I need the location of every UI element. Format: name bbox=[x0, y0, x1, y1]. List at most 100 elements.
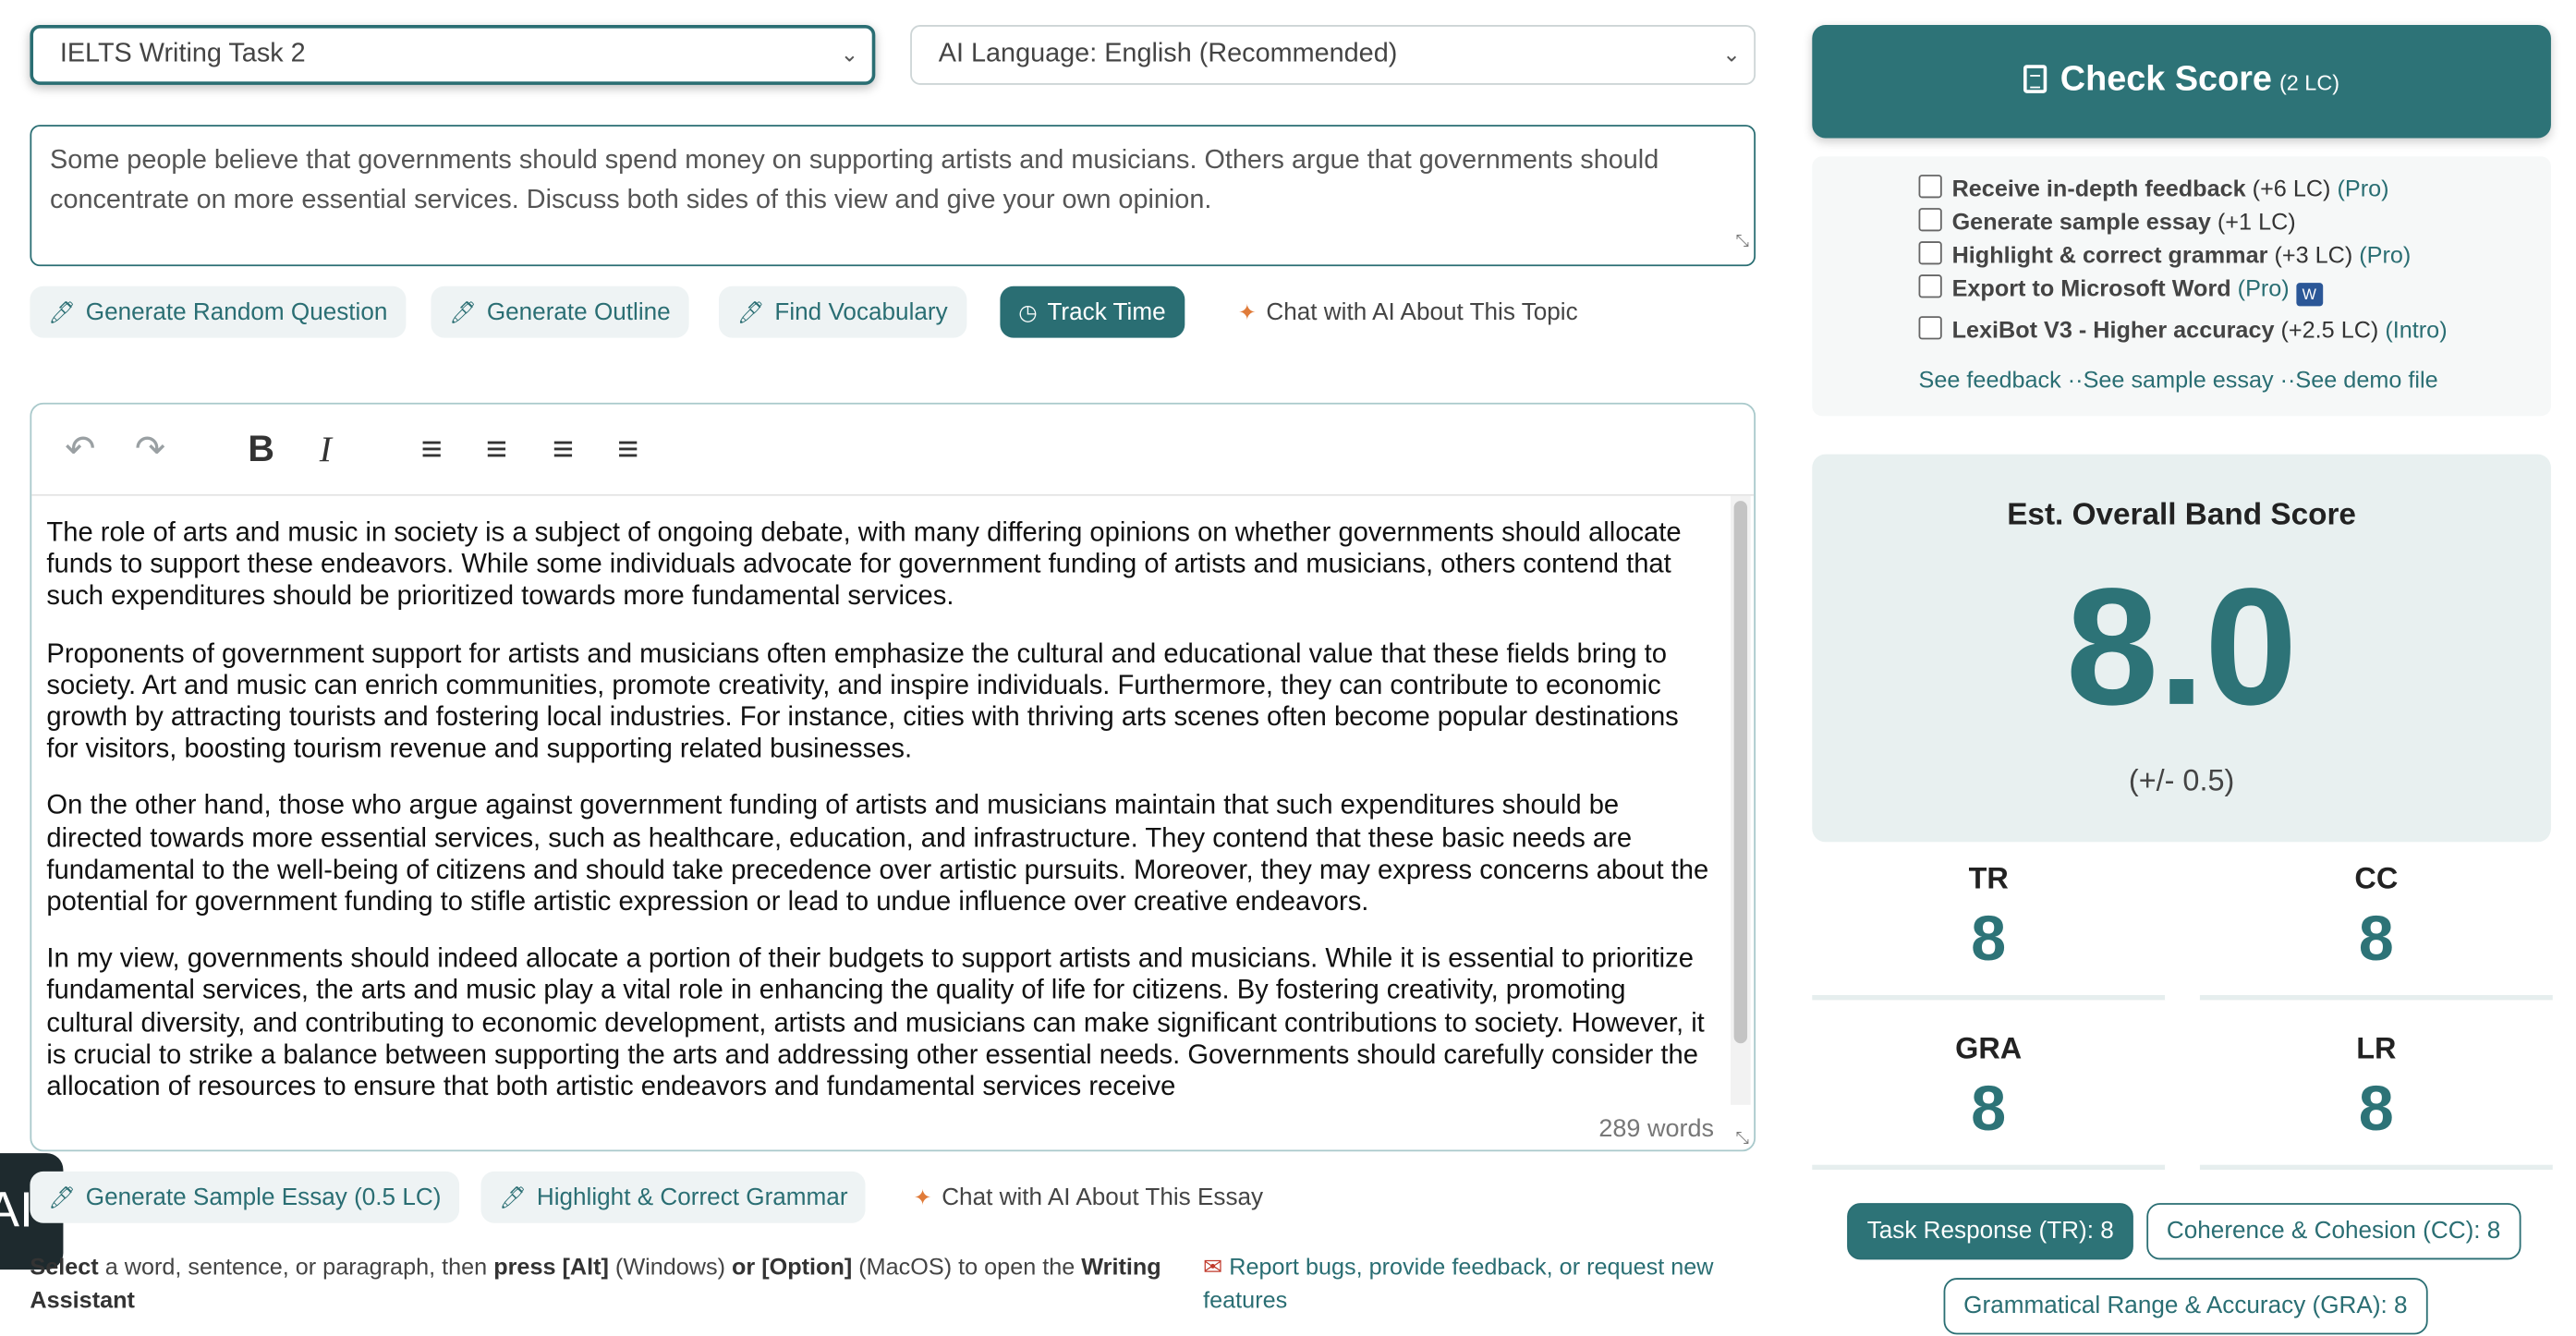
generate-outline-button[interactable]: 🖊 Generate Outline bbox=[431, 285, 689, 338]
checkbox[interactable] bbox=[1918, 274, 1942, 298]
criterion-name: LR bbox=[2356, 1031, 2397, 1065]
ai-language-select[interactable]: AI Language: English (Recommended) ⌄ bbox=[910, 25, 1756, 85]
italic-icon[interactable]: I bbox=[320, 426, 332, 472]
task-type-select[interactable]: IELTS Writing Task 2 ⌄ bbox=[30, 25, 876, 85]
see-demo-file-link[interactable]: See demo file bbox=[2295, 366, 2437, 393]
chevron-down-icon: ⌄ bbox=[1722, 42, 1741, 67]
report-bugs-link[interactable]: ✉ Report bugs, provide feedback, or requ… bbox=[1203, 1250, 1802, 1317]
criterion-cc: CC 8 bbox=[2199, 852, 2553, 1001]
hint-text: (Windows) bbox=[608, 1253, 733, 1280]
option-tag: (Pro) bbox=[2359, 241, 2412, 268]
highlight-grammar-button[interactable]: 🖊 Highlight & Correct Grammar bbox=[480, 1171, 867, 1223]
check-score-label: Check Score bbox=[2060, 59, 2272, 99]
align-center-icon[interactable]: ≡ bbox=[486, 426, 507, 472]
generate-random-question-button[interactable]: 🖊 Generate Random Question bbox=[30, 285, 407, 338]
option-tag: (Intro) bbox=[2385, 316, 2448, 344]
generate-sample-essay-button[interactable]: 🖊 Generate Sample Essay (0.5 LC) bbox=[30, 1171, 460, 1223]
hint-option-key: or [Option] bbox=[732, 1253, 853, 1280]
task-type-value: IELTS Writing Task 2 bbox=[59, 40, 306, 68]
option-tag: (Pro) bbox=[2337, 175, 2389, 201]
criterion-tr: TR 8 bbox=[1812, 852, 2166, 1001]
criterion-score: 8 bbox=[1971, 905, 2007, 976]
editor-scrollbar-thumb[interactable] bbox=[1733, 501, 1748, 1044]
track-time-button[interactable]: ◷ Track Time bbox=[1000, 285, 1185, 338]
report-bugs-label: Report bugs, provide feedback, or reques… bbox=[1203, 1253, 1714, 1313]
chat-essay-label: Chat with AI About This Essay bbox=[942, 1184, 1264, 1212]
generate-outline-label: Generate Outline bbox=[486, 299, 671, 326]
see-sample-essay-link[interactable]: See sample essay bbox=[2084, 366, 2274, 393]
criterion-name: CC bbox=[2354, 861, 2399, 895]
checkbox[interactable] bbox=[1918, 316, 1942, 340]
editor-toolbar: ↶ ↷ B I ≡ ≡ ≡ ≡ bbox=[31, 405, 1755, 496]
criterion-score: 8 bbox=[2358, 1075, 2394, 1146]
option-label: LexiBot V3 - Higher accuracy bbox=[1951, 316, 2275, 344]
justify-icon[interactable]: ≡ bbox=[617, 426, 638, 472]
check-score-button[interactable]: Check Score (2 LC) bbox=[1812, 25, 2551, 139]
option-cost: (+1 LC) bbox=[2210, 208, 2296, 235]
chat-topic-button[interactable]: ✦ Chat with AI About This Topic bbox=[1220, 286, 1596, 338]
ai-language-value: AI Language: English (Recommended) bbox=[938, 40, 1398, 68]
criterion-score: 8 bbox=[1971, 1075, 2007, 1146]
align-right-icon[interactable]: ≡ bbox=[553, 426, 574, 472]
essay-paragraph: The role of arts and music in society is… bbox=[46, 517, 1682, 612]
coherence-cohesion-tab[interactable]: Coherence & Cohesion (CC): 8 bbox=[2146, 1203, 2521, 1260]
chat-essay-button[interactable]: ✦ Chat with AI About This Essay bbox=[895, 1172, 1282, 1223]
find-vocabulary-button[interactable]: 🖊 Find Vocabulary bbox=[719, 285, 966, 338]
checkbox[interactable] bbox=[1918, 241, 1942, 265]
magic-wand-icon: 🖊 bbox=[736, 299, 765, 325]
overall-band-margin: (+/- 0.5) bbox=[2128, 763, 2235, 797]
option-label: Generate sample essay bbox=[1951, 208, 2211, 235]
hint-select: Select bbox=[30, 1253, 99, 1280]
criterion-score: 8 bbox=[2358, 905, 2394, 976]
check-score-cost: (2 LC) bbox=[2278, 69, 2340, 95]
align-left-icon[interactable]: ≡ bbox=[421, 426, 443, 472]
criterion-gra: GRA 8 bbox=[1812, 1022, 2166, 1171]
option-label: Receive in-depth feedback bbox=[1951, 175, 2246, 201]
overall-band-value: 8.0 bbox=[2065, 553, 2298, 741]
editor-scrollbar[interactable] bbox=[1731, 495, 1751, 1105]
option-highlight-grammar[interactable]: Highlight & correct grammar (+3 LC) (Pro… bbox=[1918, 241, 2412, 268]
resize-handle-icon[interactable]: ⤡ bbox=[1735, 222, 1748, 261]
clock-icon: ◷ bbox=[1018, 299, 1038, 325]
redo-icon[interactable]: ↷ bbox=[135, 426, 165, 472]
essay-paragraph: On the other hand, those who argue again… bbox=[46, 791, 1709, 917]
sparkle-icon: ✦ bbox=[1237, 299, 1257, 325]
task-response-tab[interactable]: Task Response (TR): 8 bbox=[1847, 1203, 2134, 1260]
option-sample-essay[interactable]: Generate sample essay (+1 LC) bbox=[1918, 208, 2296, 235]
option-cost: (+6 LC) bbox=[2245, 175, 2338, 201]
option-lexibot-v3[interactable]: LexiBot V3 - Higher accuracy (+2.5 LC) (… bbox=[1918, 316, 2448, 344]
microsoft-word-icon: W bbox=[2295, 283, 2323, 307]
option-cost: (+3 LC) bbox=[2267, 241, 2360, 268]
undo-icon[interactable]: ↶ bbox=[65, 426, 95, 472]
criterion-name: TR bbox=[1968, 861, 2009, 895]
overall-band-card: Est. Overall Band Score 8.0 (+/- 0.5) bbox=[1812, 454, 2551, 843]
writing-assistant-hint: Select a word, sentence, or paragraph, t… bbox=[30, 1250, 1161, 1317]
overall-band-heading: Est. Overall Band Score bbox=[2007, 495, 2356, 531]
checkbox[interactable] bbox=[1918, 175, 1942, 199]
essay-paragraph: Proponents of government support for art… bbox=[46, 638, 1679, 765]
question-prompt-textarea[interactable]: Some people believe that governments sho… bbox=[30, 125, 1756, 267]
magic-wand-icon: 🖊 bbox=[499, 1184, 528, 1210]
highlight-grammar-label: Highlight & Correct Grammar bbox=[536, 1184, 848, 1212]
checkbox[interactable] bbox=[1918, 208, 1942, 232]
grammatical-range-tab[interactable]: Grammatical Range & Accuracy (GRA): 8 bbox=[1943, 1278, 2428, 1335]
track-time-label: Track Time bbox=[1047, 299, 1166, 326]
magic-wand-icon: 🖊 bbox=[48, 299, 76, 325]
essay-text-area[interactable]: The role of arts and music in society is… bbox=[46, 517, 1714, 1110]
word-count: 289 words bbox=[1598, 1114, 1715, 1144]
generate-sample-essay-label: Generate Sample Essay (0.5 LC) bbox=[85, 1184, 442, 1212]
resize-handle-icon[interactable]: ⤡ bbox=[1735, 1130, 1748, 1148]
see-feedback-link[interactable]: See feedback bbox=[1919, 366, 2061, 393]
mailbox-icon: ✉ bbox=[1203, 1253, 1230, 1280]
option-cost: (+2.5 LC) bbox=[2274, 316, 2386, 344]
sparkle-icon: ✦ bbox=[913, 1184, 932, 1210]
find-vocabulary-label: Find Vocabulary bbox=[774, 299, 948, 326]
bold-icon[interactable]: B bbox=[248, 426, 274, 472]
hint-text: (MacOS) to open the bbox=[852, 1253, 1082, 1280]
option-export-word[interactable]: Export to Microsoft Word (Pro) W bbox=[1918, 274, 2323, 307]
question-prompt-text: Some people believe that governments sho… bbox=[50, 146, 1659, 214]
chat-topic-label: Chat with AI About This Topic bbox=[1266, 299, 1578, 326]
option-in-depth-feedback[interactable]: Receive in-depth feedback (+6 LC) (Pro) bbox=[1918, 175, 2389, 201]
essay-editor: ↶ ↷ B I ≡ ≡ ≡ ≡ The role of arts and mus… bbox=[30, 402, 1756, 1152]
generate-random-question-label: Generate Random Question bbox=[85, 299, 388, 326]
